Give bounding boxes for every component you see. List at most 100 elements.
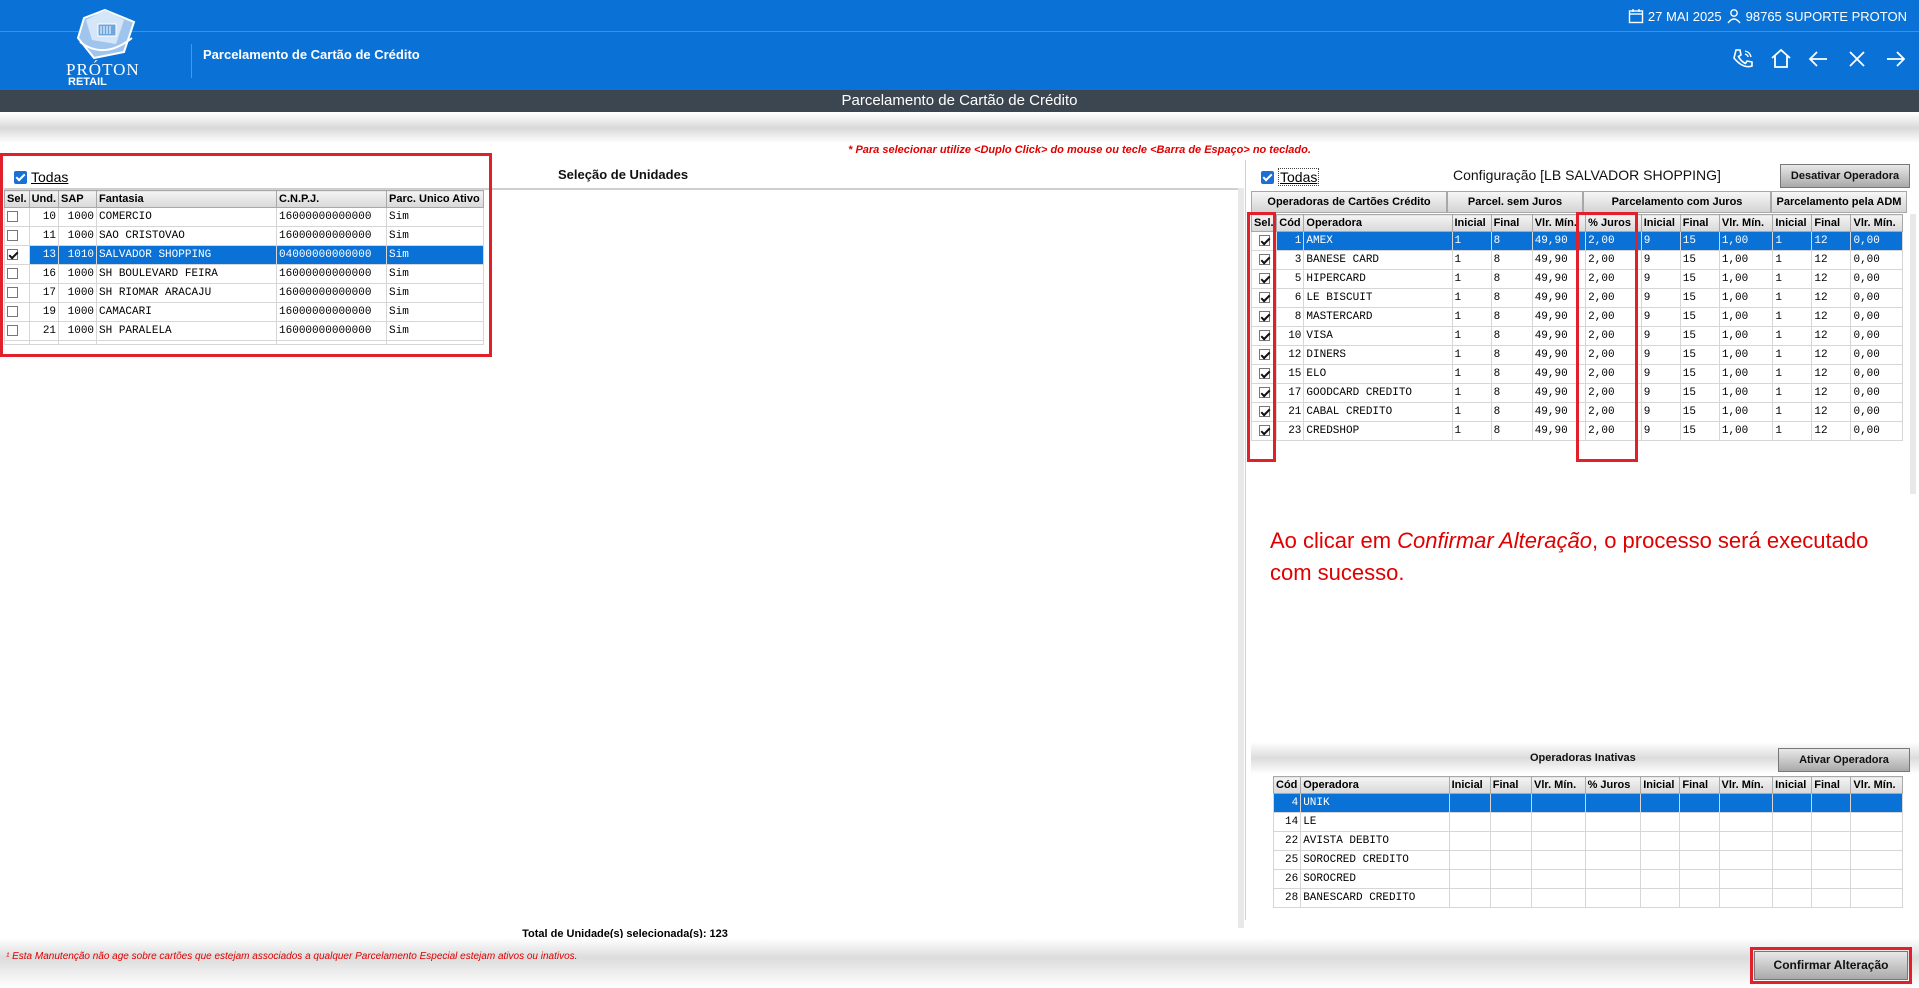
cell-value[interactable]: 49,90 [1531, 402, 1587, 422]
cell-value[interactable]: 15 [1679, 231, 1720, 251]
cell-value[interactable]: 12 [1811, 288, 1852, 308]
inactive-col-7[interactable]: Final [1679, 776, 1720, 794]
cell-value[interactable]: 1,00 [1718, 383, 1774, 403]
config-col-6[interactable]: % Juros [1585, 214, 1642, 232]
cell-value[interactable]: 2,00 [1585, 231, 1642, 251]
cell-value[interactable]: 2,00 [1585, 402, 1642, 422]
cell-value[interactable]: 49,90 [1531, 269, 1587, 289]
cell-value[interactable]: 15 [1679, 269, 1720, 289]
cell-value[interactable]: 8 [1490, 383, 1533, 403]
cell-value[interactable]: 2,00 [1585, 269, 1642, 289]
inactive-col-3[interactable]: Final [1489, 776, 1533, 794]
cell-value[interactable]: 2,00 [1585, 364, 1642, 384]
inactive-col-5[interactable]: % Juros [1584, 776, 1642, 794]
table-row[interactable]: 11 1000 SAO CRISTOVAO 16000000000000 Sim [4, 226, 484, 246]
table-row[interactable]: 16 1000 SH BOULEVARD FEIRA 16000000000000 Si… [4, 264, 484, 284]
table-row[interactable]: 4 UNIK [1272, 793, 1903, 813]
cell-value[interactable]: 1 [1451, 402, 1492, 422]
cell-value[interactable]: 1 [1451, 231, 1492, 251]
cell-value[interactable]: 15 [1679, 307, 1720, 327]
cell-value[interactable]: 12 [1811, 364, 1852, 384]
row-checkbox[interactable] [1258, 253, 1270, 265]
cell-value[interactable]: 1,00 [1718, 250, 1774, 270]
config-col-12[interactable]: Vlr. Mín. [1850, 214, 1903, 232]
cell-value[interactable]: 12 [1811, 250, 1852, 270]
select-all-checkbox[interactable] [14, 170, 27, 184]
cell-value[interactable]: 15 [1679, 345, 1720, 365]
cell-value[interactable]: 12 [1811, 345, 1852, 365]
cell-value[interactable]: 8 [1490, 269, 1533, 289]
cell-value[interactable]: 15 [1679, 421, 1720, 441]
row-checkbox[interactable] [1258, 291, 1270, 303]
forward-arrow-icon[interactable] [1883, 47, 1907, 71]
confirm-change-button[interactable]: Confirmar Alteração [1754, 951, 1908, 980]
inactive-col-2[interactable]: Inicial [1448, 776, 1491, 794]
cell-value[interactable]: 8 [1490, 250, 1533, 270]
cell-value[interactable]: 1 [1772, 250, 1813, 270]
home-icon[interactable] [1769, 47, 1793, 71]
cell-value[interactable]: 49,90 [1531, 364, 1587, 384]
cell-value[interactable]: 1 [1451, 269, 1492, 289]
cell-value[interactable]: 1,00 [1718, 269, 1774, 289]
table-row[interactable]: 26 SOROCRED [1272, 869, 1903, 889]
cell-value[interactable]: 1 [1451, 421, 1492, 441]
cell-value[interactable]: 12 [1811, 269, 1852, 289]
proton-logo[interactable]: PRÓTON RETAIL [60, 4, 150, 88]
cell-value[interactable]: 49,90 [1531, 345, 1587, 365]
cell-value[interactable]: 1 [1451, 326, 1492, 346]
config-col-7[interactable]: Inicial [1640, 214, 1681, 232]
activate-operator-button[interactable]: Ativar Operadora [1778, 748, 1910, 772]
cell-value[interactable]: 9 [1640, 231, 1681, 251]
close-icon[interactable] [1845, 47, 1869, 71]
cell-value[interactable]: 9 [1640, 383, 1681, 403]
table-row[interactable]: 5 HIPERCARD 1 8 49,90 2,00 9 15 1,00 1 12 0,00 [1250, 269, 1903, 289]
cell-value[interactable]: 12 [1811, 326, 1852, 346]
col-und[interactable]: Und. [28, 190, 60, 208]
table-row[interactable]: 14 LE [1272, 812, 1903, 832]
cell-value[interactable]: 8 [1490, 307, 1533, 327]
back-arrow-icon[interactable] [1807, 47, 1831, 71]
cell-value[interactable]: 9 [1640, 326, 1681, 346]
cell-value[interactable]: 1,00 [1718, 364, 1774, 384]
row-checkbox[interactable] [1258, 329, 1270, 341]
cell-value[interactable]: 0,00 [1850, 345, 1903, 365]
config-col-0[interactable]: Sel. [1250, 214, 1278, 232]
row-checkbox[interactable] [7, 267, 18, 279]
cell-value[interactable]: 8 [1490, 326, 1533, 346]
cell-value[interactable]: 15 [1679, 364, 1720, 384]
tab-com-juros[interactable]: Parcelamento com Juros [1583, 191, 1771, 213]
cell-value[interactable]: 1 [1451, 250, 1492, 270]
table-row[interactable]: 12 DINERS 1 8 49,90 2,00 9 15 1,00 1 12 0,00 [1250, 345, 1903, 365]
cell-value[interactable]: 0,00 [1850, 421, 1903, 441]
col-parc-unico[interactable]: Parc. Unico Ativo [386, 190, 484, 208]
table-row[interactable]: 6 LE BISCUIT 1 8 49,90 2,00 9 15 1,00 1 12 0,00 [1250, 288, 1903, 308]
config-col-10[interactable]: Inicial [1772, 214, 1813, 232]
cell-value[interactable]: 8 [1490, 364, 1533, 384]
row-checkbox[interactable] [1258, 310, 1270, 322]
cell-value[interactable]: 1 [1451, 364, 1492, 384]
cell-value[interactable]: 9 [1640, 421, 1681, 441]
row-checkbox[interactable] [7, 229, 18, 241]
cell-value[interactable]: 0,00 [1850, 307, 1903, 327]
cell-value[interactable]: 1,00 [1718, 402, 1774, 422]
table-row[interactable]: 13 1010 SALVADOR SHOPPING 04000000000000 Sim [4, 245, 484, 265]
table-row[interactable]: 1 AMEX 1 8 49,90 2,00 9 15 1,00 1 12 0,00 [1250, 231, 1903, 251]
cell-value[interactable]: 1,00 [1718, 421, 1774, 441]
cell-value[interactable]: 1 [1772, 326, 1813, 346]
table-row[interactable]: 17 GOODCARD CREDITO 1 8 49,90 2,00 9 15 1,00 1 12 0… [1250, 383, 1903, 403]
cell-value[interactable]: 49,90 [1531, 288, 1587, 308]
row-checkbox[interactable] [1258, 405, 1270, 417]
row-checkbox[interactable] [7, 324, 18, 336]
config-col-4[interactable]: Final [1490, 214, 1533, 232]
cell-value[interactable]: 1 [1772, 421, 1813, 441]
config-scrollbar[interactable] [1910, 214, 1916, 494]
cell-value[interactable]: 49,90 [1531, 326, 1587, 346]
cell-value[interactable]: 0,00 [1850, 269, 1903, 289]
table-row[interactable]: 15 ELO 1 8 49,90 2,00 9 15 1,00 1 12 0,00 [1250, 364, 1903, 384]
config-col-11[interactable]: Final [1811, 214, 1852, 232]
cell-value[interactable]: 12 [1811, 402, 1852, 422]
col-sap[interactable]: SAP [58, 190, 98, 208]
cell-value[interactable]: 8 [1490, 288, 1533, 308]
cell-value[interactable]: 1 [1451, 307, 1492, 327]
cell-value[interactable]: 1,00 [1718, 307, 1774, 327]
